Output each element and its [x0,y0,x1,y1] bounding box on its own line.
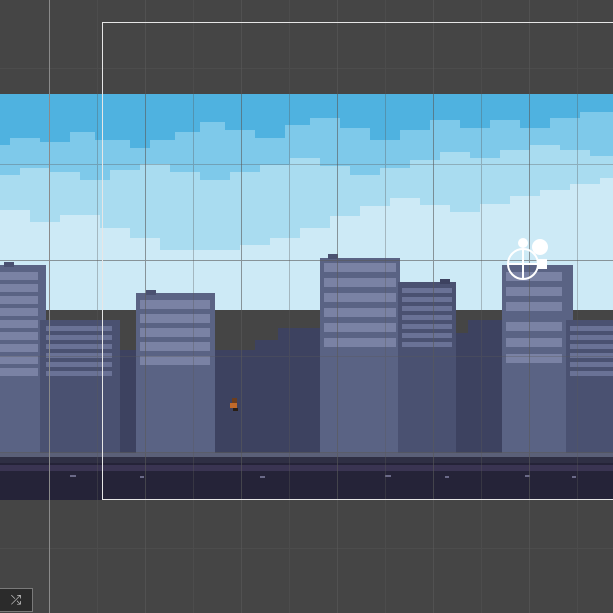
back-building-1 [120,350,134,455]
scene-viewport[interactable]: ⤮ [0,0,613,613]
scene-canvas[interactable] [0,0,613,613]
back-building-4 [278,328,323,455]
view-toggle-button[interactable]: ⤮ [0,588,33,612]
street-rail-top [0,453,613,457]
street-edge [0,465,613,471]
building-left-tall-windows [0,272,38,376]
roof-vent-left [4,262,14,267]
back-building-6 [468,320,506,455]
street-layer [0,453,613,500]
shuffle-icon: ⤮ [10,592,22,608]
building-left-mid [40,320,120,455]
building-right-mid [566,320,613,455]
back-building-2 [215,352,260,455]
street-rail-shadow [0,457,613,463]
